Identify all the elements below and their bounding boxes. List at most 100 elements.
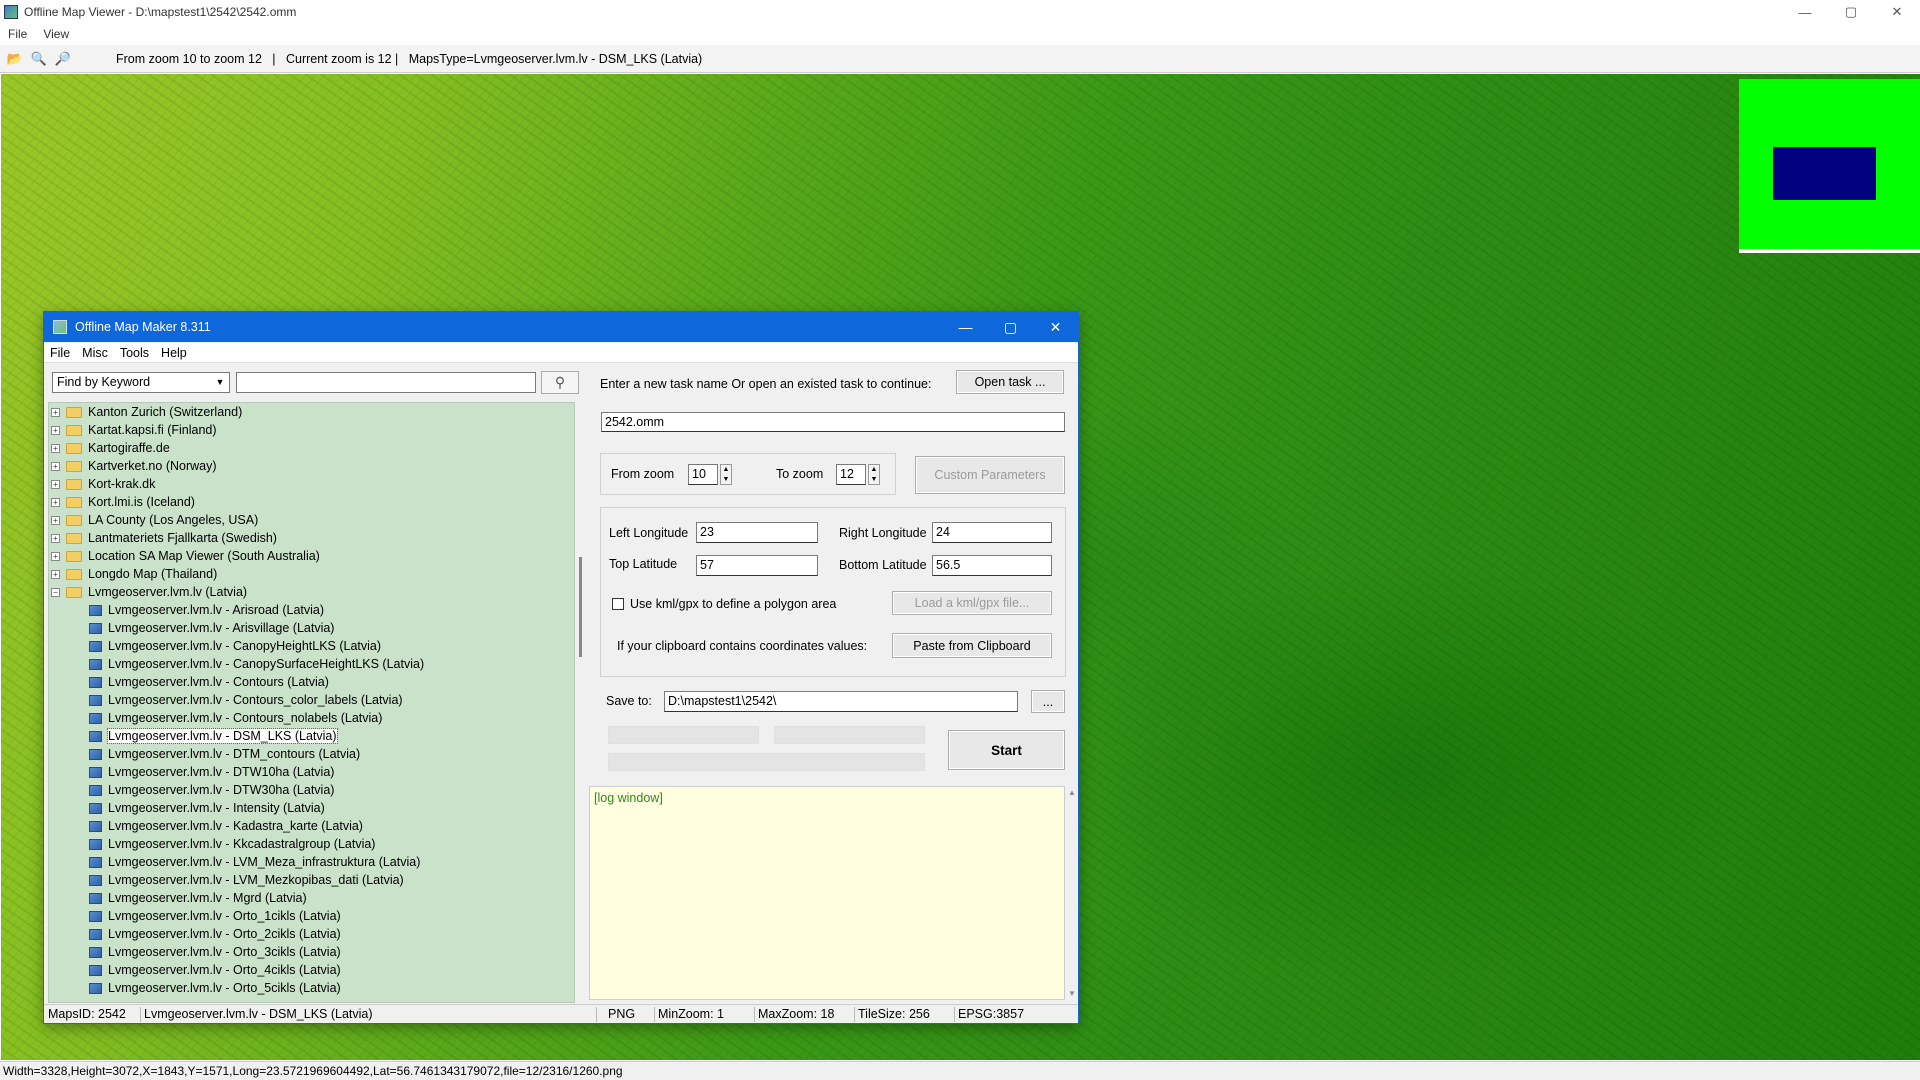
maximize-button[interactable]: ▢ — [1828, 0, 1874, 24]
from-zoom-input[interactable]: 10 — [688, 464, 718, 485]
tree-item[interactable]: Lvmgeoserver.lvm.lv - Orto_4cikls (Latvi… — [49, 961, 574, 979]
tree-item[interactable]: + Kanton Zurich (Switzerland) — [49, 403, 574, 421]
open-task-button[interactable]: Open task ... — [956, 370, 1064, 394]
bottom-latitude-input[interactable]: 56.5 — [932, 555, 1052, 576]
chevron-down-icon[interactable]: ▼ — [213, 375, 227, 390]
folder-icon — [66, 496, 82, 508]
map-icon — [89, 856, 102, 868]
tree-item[interactable]: Lvmgeoserver.lvm.lv - Orto_1cikls (Latvi… — [49, 907, 574, 925]
tree-item-label: Lvmgeoserver.lvm.lv - DTW30ha (Latvia) — [108, 783, 335, 797]
offline-map-maker-dialog: Offline Map Maker 8.311 — ▢ ✕ File Misc … — [43, 311, 1079, 1024]
expand-icon[interactable]: + — [51, 443, 60, 453]
tree-item[interactable]: Lvmgeoserver.lvm.lv - DTM_contours (Latv… — [49, 745, 574, 763]
tree-item[interactable]: Lvmgeoserver.lvm.lv - Mgrd (Latvia) — [49, 889, 574, 907]
minimize-button[interactable]: — — [1782, 0, 1828, 24]
dialog-minimize-button[interactable]: — — [943, 312, 988, 342]
tree-item[interactable]: + Kartverket.no (Norway) — [49, 457, 574, 475]
tree-item[interactable]: Lvmgeoserver.lvm.lv - LVM_Mezkopibas_dat… — [49, 871, 574, 889]
menu-view[interactable]: View — [35, 27, 77, 41]
tree-item[interactable]: + Longdo Map (Thailand) — [49, 565, 574, 583]
tree-item[interactable]: Lvmgeoserver.lvm.lv - Orto_2cikls (Latvi… — [49, 925, 574, 943]
tree-item[interactable]: + Lantmateriets Fjallkarta (Swedish) — [49, 529, 574, 547]
find-keyword-input[interactable] — [236, 372, 536, 393]
search-button[interactable]: ⚲ — [541, 371, 579, 394]
tree-item[interactable]: Lvmgeoserver.lvm.lv - CanopyHeightLKS (L… — [49, 637, 574, 655]
expand-icon[interactable]: + — [51, 497, 60, 507]
expand-icon[interactable]: + — [51, 425, 60, 435]
right-longitude-label: Right Longitude — [839, 526, 927, 540]
tree-item[interactable]: Lvmgeoserver.lvm.lv - Orto_5cikls (Latvi… — [49, 979, 574, 997]
dialog-close-button[interactable]: ✕ — [1033, 312, 1078, 342]
task-name-input[interactable]: 2542.omm — [601, 412, 1065, 432]
open-folder-icon[interactable]: 📂 — [6, 50, 24, 68]
dialog-menu-tools[interactable]: Tools — [114, 346, 155, 360]
collapse-icon[interactable]: − — [51, 587, 60, 597]
expand-icon[interactable]: + — [51, 461, 60, 471]
tree-item[interactable]: + Location SA Map Viewer (South Australia… — [49, 547, 574, 565]
tree-item[interactable]: Lvmgeoserver.lvm.lv - Orto_3cikls (Latvi… — [49, 943, 574, 961]
tree-item[interactable]: Lvmgeoserver.lvm.lv - Contours_nolabels … — [49, 709, 574, 727]
map-icon — [89, 910, 102, 922]
tree-scrollbar-thumb[interactable] — [579, 557, 582, 657]
tree-item[interactable]: + Kartogiraffe.de — [49, 439, 574, 457]
expand-icon[interactable]: + — [51, 551, 60, 561]
to-zoom-stepper[interactable]: ▲ ▼ — [868, 464, 880, 485]
folder-icon — [66, 460, 82, 472]
expand-icon[interactable]: + — [51, 569, 60, 579]
expand-icon[interactable]: + — [51, 515, 60, 525]
window-title: Offline Map Viewer - D:\mapstest1\2542\2… — [24, 5, 297, 19]
tree-item[interactable]: Lvmgeoserver.lvm.lv - Contours (Latvia) — [49, 673, 574, 691]
tree-item[interactable]: Lvmgeoserver.lvm.lv - Kadastra_karte (La… — [49, 817, 574, 835]
tree-item[interactable]: Lvmgeoserver.lvm.lv - Kkcadastralgroup (… — [49, 835, 574, 853]
start-button[interactable]: Start — [948, 730, 1065, 770]
custom-parameters-button[interactable]: Custom Parameters — [915, 456, 1065, 494]
tree-item[interactable]: Lvmgeoserver.lvm.lv - Arisroad (Latvia) — [49, 601, 574, 619]
tree-item[interactable]: + LA County (Los Angeles, USA) — [49, 511, 574, 529]
tree-item[interactable]: Lvmgeoserver.lvm.lv - LVM_Meza_infrastru… — [49, 853, 574, 871]
menu-file[interactable]: File — [0, 27, 35, 41]
tree-item[interactable]: + Kort-krak.dk — [49, 475, 574, 493]
map-type-tree[interactable]: + Kanton Zurich (Switzerland) + Kartat.kaps… — [48, 402, 575, 1003]
dialog-menu-misc[interactable]: Misc — [76, 346, 114, 360]
tree-item[interactable]: Lvmgeoserver.lvm.lv - CanopySurfaceHeigh… — [49, 655, 574, 673]
left-longitude-input[interactable]: 23 — [696, 522, 818, 543]
from-zoom-stepper[interactable]: ▲ ▼ — [720, 464, 732, 485]
tree-item[interactable]: − Lvmgeoserver.lvm.lv (Latvia) — [49, 583, 574, 601]
tree-item[interactable]: + Kartat.kapsi.fi (Finland) — [49, 421, 574, 439]
expand-icon[interactable]: + — [51, 533, 60, 543]
load-kml-button[interactable]: Load a kml/gpx file... — [892, 591, 1052, 615]
save-to-input[interactable]: D:\mapstest1\2542\ — [664, 691, 1018, 712]
expand-icon[interactable]: + — [51, 479, 60, 489]
log-scrollbar[interactable]: ▲ ▼ — [1066, 786, 1078, 1000]
kml-checkbox[interactable] — [612, 598, 624, 610]
right-longitude-input[interactable]: 24 — [932, 522, 1052, 543]
tree-scrollbar[interactable] — [577, 402, 587, 1003]
dialog-menu-help[interactable]: Help — [155, 346, 193, 360]
close-button[interactable]: ✕ — [1874, 0, 1920, 24]
tree-item[interactable]: Lvmgeoserver.lvm.lv - Arisvillage (Latvi… — [49, 619, 574, 637]
tree-item-label: Lvmgeoserver.lvm.lv - Intensity (Latvia) — [108, 801, 325, 815]
tree-item-label: Lvmgeoserver.lvm.lv - LVM_Meza_infrastru… — [108, 855, 421, 869]
zoom-in-icon[interactable]: 🔎 — [54, 50, 72, 68]
tree-item[interactable]: Lvmgeoserver.lvm.lv - DTW30ha (Latvia) — [49, 781, 574, 799]
tree-item[interactable]: Lvmgeoserver.lvm.lv - DSM_LKS (Latvia) — [49, 727, 574, 745]
dialog-maximize-button[interactable]: ▢ — [988, 312, 1033, 342]
scroll-down-icon[interactable]: ▼ — [1068, 989, 1076, 998]
overview-viewport[interactable] — [1773, 147, 1876, 200]
scroll-up-icon[interactable]: ▲ — [1068, 788, 1076, 797]
tree-item[interactable]: Lvmgeoserver.lvm.lv - Contours_color_lab… — [49, 691, 574, 709]
find-mode-select[interactable]: Find by Keyword ▼ — [52, 372, 230, 393]
log-window[interactable]: [log window] — [589, 786, 1065, 1000]
tree-item[interactable]: + Kort.lmi.is (Iceland) — [49, 493, 574, 511]
dialog-menu-file[interactable]: File — [44, 346, 76, 360]
browse-button[interactable]: ... — [1031, 690, 1065, 713]
map-icon — [89, 658, 102, 670]
top-latitude-input[interactable]: 57 — [696, 555, 818, 576]
paste-clipboard-button[interactable]: Paste from Clipboard — [892, 633, 1052, 658]
tree-item[interactable]: Lvmgeoserver.lvm.lv - DTW10ha (Latvia) — [49, 763, 574, 781]
expand-icon[interactable]: + — [51, 407, 60, 417]
to-zoom-input[interactable]: 12 — [836, 464, 866, 485]
tree-item[interactable]: Lvmgeoserver.lvm.lv - Intensity (Latvia) — [49, 799, 574, 817]
overview-map[interactable] — [1739, 79, 1920, 253]
zoom-out-icon[interactable]: 🔍 — [30, 50, 48, 68]
